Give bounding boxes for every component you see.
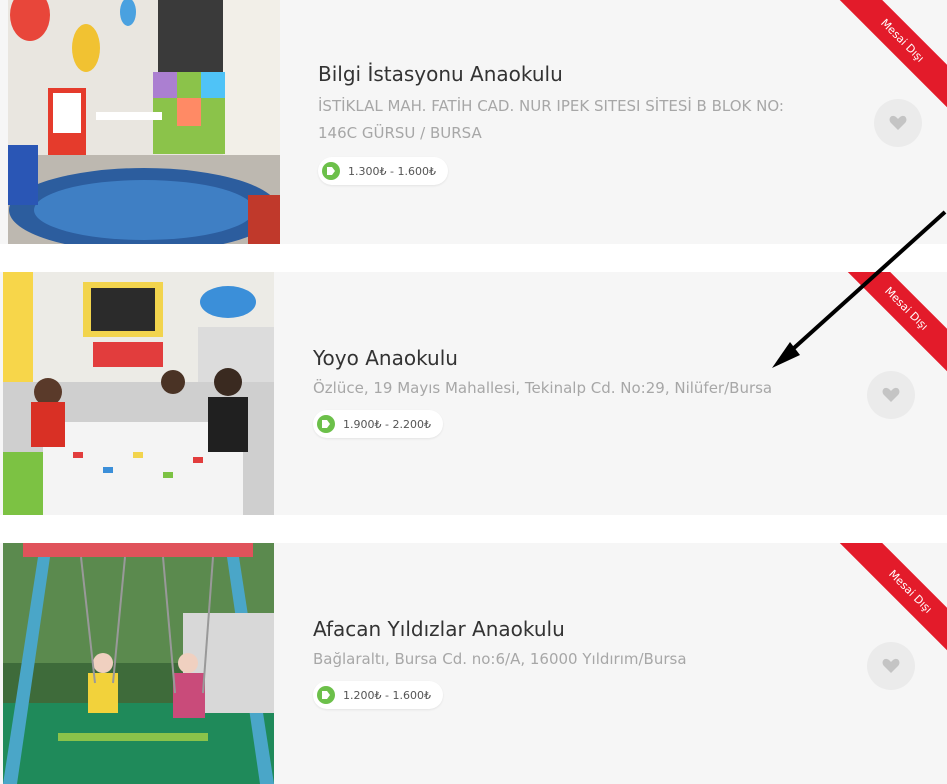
school-name[interactable]: Bilgi İstasyonu Anaokulu [318, 61, 818, 87]
school-name[interactable]: Afacan Yıldızlar Anaokulu [313, 616, 813, 642]
listing-photo[interactable] [3, 543, 274, 784]
listing-info: Afacan Yıldızlar Anaokulu Bağlaraltı, Bu… [313, 616, 813, 709]
listing-photo[interactable] [8, 0, 280, 244]
status-ribbon: Mesai Dışı [831, 0, 947, 112]
classroom-photo [3, 272, 274, 515]
listing-card[interactable]: Afacan Yıldızlar Anaokulu Bağlaraltı, Bu… [0, 543, 947, 784]
listing-info: Bilgi İstasyonu Anaokulu İSTİKLAL MAH. F… [318, 61, 818, 185]
price-tag-icon [317, 686, 335, 704]
classroom-photo [8, 0, 280, 244]
school-list: Bilgi İstasyonu Anaokulu İSTİKLAL MAH. F… [0, 0, 947, 784]
playground-photo [3, 543, 274, 784]
listing-photo[interactable] [3, 272, 274, 515]
favorite-button[interactable] [874, 99, 922, 147]
price-range: 1.900₺ - 2.200₺ [343, 417, 431, 431]
price-tag-icon [322, 162, 340, 180]
school-name[interactable]: Yoyo Anaokulu [313, 345, 813, 371]
listing-card[interactable]: Yoyo Anaokulu Özlüce, 19 Mayıs Mahallesi… [0, 272, 947, 515]
status-ribbon: Mesai Dışı [835, 272, 947, 380]
listing-info: Yoyo Anaokulu Özlüce, 19 Mayıs Mahallesi… [313, 345, 813, 438]
price-range: 1.300₺ - 1.600₺ [348, 164, 436, 178]
school-address: Bağlaraltı, Bursa Cd. no:6/A, 16000 Yıld… [313, 650, 687, 668]
favorite-button[interactable] [867, 642, 915, 690]
heart-icon [889, 115, 907, 130]
price-badge: 1.300₺ - 1.600₺ [318, 157, 448, 185]
heart-icon [882, 387, 900, 402]
heart-icon [882, 658, 900, 673]
price-badge: 1.200₺ - 1.600₺ [313, 681, 443, 709]
listing-card[interactable]: Bilgi İstasyonu Anaokulu İSTİKLAL MAH. F… [0, 0, 947, 244]
school-address: Özlüce, 19 Mayıs Mahallesi, Tekinalp Cd.… [313, 379, 773, 397]
price-range: 1.200₺ - 1.600₺ [343, 688, 431, 702]
price-badge: 1.900₺ - 2.200₺ [313, 410, 443, 438]
school-address: İSTİKLAL MAH. FATİH CAD. NUR IPEK SITESI… [318, 97, 784, 142]
favorite-button[interactable] [867, 371, 915, 419]
price-tag-icon [317, 415, 335, 433]
